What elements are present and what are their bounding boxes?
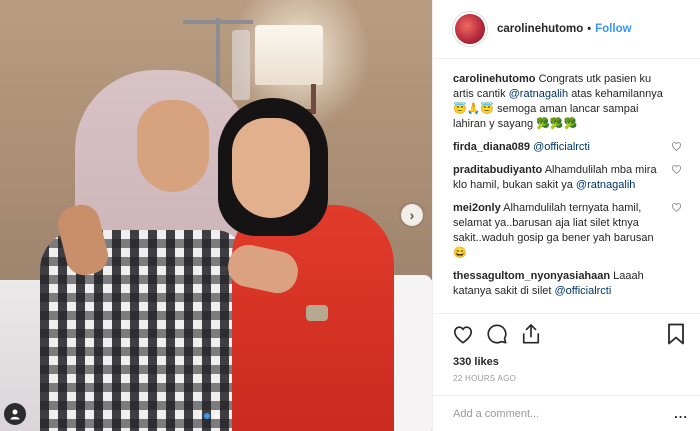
action-bar: [433, 313, 700, 353]
comment-input[interactable]: [453, 407, 675, 420]
carousel-dot: [214, 413, 220, 419]
comment-button[interactable]: [485, 322, 509, 346]
heart-icon: [453, 325, 473, 344]
save-button[interactable]: [664, 322, 688, 346]
add-comment-bar: ...: [433, 395, 700, 431]
carousel-dots: [204, 413, 220, 419]
person-right-face: [232, 118, 310, 218]
likes-count[interactable]: 330 likes: [433, 353, 700, 371]
iv-bag: [232, 30, 250, 100]
caption-username[interactable]: carolinehutomo: [453, 73, 536, 85]
comment-username[interactable]: mei2only: [453, 202, 501, 214]
list-item: firda_diana089 @officialrcti: [453, 140, 684, 155]
like-button[interactable]: [451, 322, 475, 346]
heart-icon[interactable]: [671, 202, 682, 212]
next-photo-button[interactable]: ›: [401, 204, 423, 226]
list-item: mei2only Alhamdulilah ternyata hamil, se…: [453, 201, 684, 261]
header-username[interactable]: carolinehutomo: [497, 23, 583, 35]
header-separator: •: [587, 23, 592, 35]
carousel-dot-active: [204, 413, 210, 419]
comment-mention[interactable]: @officialrcti: [533, 141, 590, 153]
more-options-button[interactable]: ...: [674, 406, 688, 421]
caption: carolinehutomo Congrats utk pasien ku ar…: [453, 72, 684, 132]
comment-username[interactable]: firda_diana089: [453, 141, 530, 153]
heart-icon[interactable]: [671, 164, 682, 174]
comment-mention[interactable]: @officialrcti: [555, 285, 612, 297]
comment-username[interactable]: thessagultom_nyonyasiahaan: [453, 270, 610, 282]
instagram-post: › carolinehutomo • Follow carolinehutomo…: [0, 0, 700, 431]
comments-list[interactable]: carolinehutomo Congrats utk pasien ku ar…: [433, 59, 700, 313]
comment-icon: [487, 323, 507, 344]
post-photo[interactable]: ›: [0, 0, 432, 431]
list-item: thessagultom_nyonyasiahaan Laaah katanya…: [453, 269, 684, 299]
person-left-face: [137, 100, 209, 192]
heart-icon[interactable]: [671, 141, 682, 151]
avatar[interactable]: [453, 12, 487, 46]
follow-button[interactable]: Follow: [595, 23, 631, 35]
share-button[interactable]: [519, 322, 543, 346]
comment-mention[interactable]: @ratnagalih: [576, 179, 635, 191]
comment-username[interactable]: praditabudiyanto: [453, 164, 542, 176]
user-tag-button[interactable]: [4, 403, 26, 425]
post-header: carolinehutomo • Follow: [433, 0, 700, 59]
bookmark-icon: [668, 323, 684, 344]
share-icon: [522, 323, 540, 343]
post-timestamp[interactable]: 22 HOURS AGO: [433, 371, 700, 391]
user-tag-icon: [10, 409, 20, 420]
post-side-panel: carolinehutomo • Follow carolinehutomo C…: [432, 0, 700, 431]
list-item: praditabudiyanto Alhamdulilah mba mira k…: [453, 163, 684, 193]
caption-mention[interactable]: @ratnagalih: [509, 88, 568, 100]
chevron-right-icon: ›: [409, 207, 415, 223]
wristwatch: [306, 305, 328, 321]
wall-lamp: [255, 25, 323, 85]
